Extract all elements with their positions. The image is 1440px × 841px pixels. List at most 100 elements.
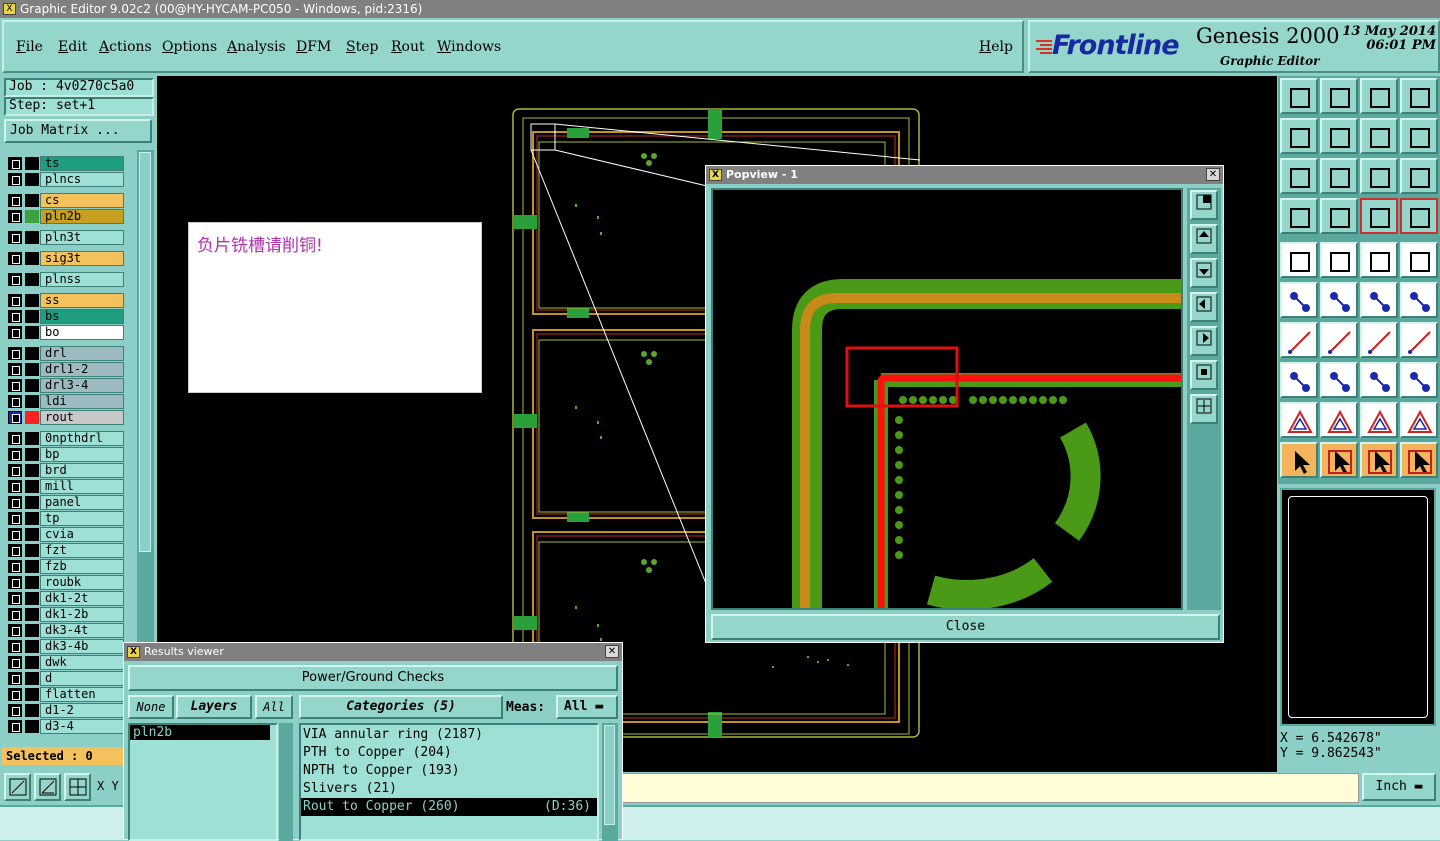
layer-row-plnss[interactable]: plnss — [4, 271, 126, 287]
layer-name[interactable]: dwk — [40, 655, 124, 670]
layer-name[interactable]: dk3-4t — [40, 623, 124, 638]
swap-button[interactable] — [1360, 118, 1398, 154]
layer-row-dwk[interactable]: dwk — [4, 654, 126, 670]
layer-name[interactable]: plncs — [40, 172, 124, 187]
layer-row-d1-2[interactable]: d1-2 — [4, 702, 126, 718]
layer-row-bo[interactable]: bo — [4, 324, 126, 340]
popview-pan-up-button[interactable] — [1190, 224, 1218, 254]
layer-row-pln3t[interactable]: pln3t — [4, 229, 126, 245]
layer-name[interactable]: bs — [40, 309, 124, 324]
layer-checkbox[interactable] — [8, 448, 22, 461]
layer-checkbox[interactable] — [8, 347, 22, 360]
layer-name[interactable]: panel — [40, 495, 124, 510]
grid-button[interactable] — [1320, 198, 1358, 234]
layer-name[interactable]: fzb — [40, 559, 124, 574]
layers-header-button[interactable]: Layers — [176, 695, 252, 719]
results-layer-scrollbar[interactable] — [279, 723, 293, 841]
layer-row-drl1-2[interactable]: drl1-2 — [4, 361, 126, 377]
menu-windows[interactable]: Windows — [437, 39, 501, 55]
layer-name[interactable]: sig3t — [40, 251, 124, 266]
layer-name[interactable]: brd — [40, 463, 124, 478]
layer-checkbox[interactable] — [8, 210, 22, 223]
menu-edit[interactable]: Edit — [58, 39, 87, 55]
layer-name[interactable]: mill — [40, 479, 124, 494]
layer-name[interactable]: ts — [40, 156, 124, 171]
popview-zoom-button[interactable] — [1190, 190, 1218, 220]
category-item[interactable]: VIA annular ring (2187) — [301, 726, 597, 744]
layer-checkbox[interactable] — [8, 157, 22, 170]
layer-checkbox[interactable] — [8, 395, 22, 408]
layer-checkbox[interactable] — [8, 231, 22, 244]
layer-checkbox[interactable] — [8, 326, 22, 339]
menu-rout[interactable]: Rout — [391, 39, 425, 55]
layer-name[interactable]: bp — [40, 447, 124, 462]
layer-row-cs[interactable]: cs — [4, 192, 126, 208]
layer-name[interactable]: ss — [40, 293, 124, 308]
layer-row-ts[interactable]: ts — [4, 155, 126, 171]
layer-name[interactable]: rout — [40, 410, 124, 425]
net-red-button[interactable] — [1360, 198, 1398, 234]
grid-tool-button[interactable] — [64, 773, 91, 801]
popview-close-button[interactable]: Close — [711, 614, 1220, 640]
layer-checkbox[interactable] — [8, 411, 22, 424]
layer-checkbox[interactable] — [8, 656, 22, 669]
layer-checkbox[interactable] — [8, 560, 22, 573]
layer-row-dk1-2t[interactable]: dk1-2t — [4, 590, 126, 606]
layer-checkbox[interactable] — [8, 608, 22, 621]
layer-checkbox[interactable] — [8, 688, 22, 701]
popview-canvas[interactable] — [711, 188, 1183, 610]
multi-circle-button[interactable] — [1400, 362, 1438, 398]
layer-name[interactable]: d3-4 — [40, 719, 124, 734]
results-category-list[interactable]: VIA annular ring (2187) PTH to Copper (20… — [299, 723, 599, 841]
category-item[interactable]: Slivers (21) — [301, 780, 597, 798]
layer-down-button[interactable] — [1320, 78, 1358, 114]
select-area-button[interactable] — [1360, 442, 1398, 478]
net-red-2-button[interactable] — [1400, 198, 1438, 234]
layer-row-dk3-4b[interactable]: dk3-4b — [4, 638, 126, 654]
menu-options[interactable]: Options — [162, 39, 217, 55]
layer-name[interactable]: plnss — [40, 272, 124, 287]
layer-row-pln2b[interactable]: pln2b — [4, 208, 126, 224]
units-selector[interactable]: Inch ▬ — [1362, 773, 1436, 801]
layer-checkbox[interactable] — [8, 704, 22, 717]
menu-actions[interactable]: Actions — [99, 39, 152, 55]
layer-name[interactable]: ldi — [40, 394, 124, 409]
category-item[interactable]: PTH to Copper (204) — [301, 744, 597, 762]
layer-row-bp[interactable]: bp — [4, 446, 126, 462]
layer-name[interactable]: dk1-2t — [40, 591, 124, 606]
ruler-button[interactable] — [1360, 242, 1398, 278]
categories-header-button[interactable]: Categories (5) — [299, 695, 503, 719]
layer-checkbox[interactable] — [8, 173, 22, 186]
delete-button[interactable] — [1320, 242, 1358, 278]
category-item[interactable]: NPTH to Copper (193) — [301, 762, 597, 780]
job-matrix-button[interactable]: Job Matrix ... — [4, 119, 152, 143]
flip-button[interactable] — [1400, 118, 1438, 154]
layers-all-button[interactable]: All — [255, 695, 293, 719]
layer-row-roubk[interactable]: roubk — [4, 574, 126, 590]
menu-step[interactable]: Step — [346, 39, 378, 55]
zoom-tool-button[interactable] — [4, 773, 31, 801]
pan-right-button[interactable] — [1320, 118, 1358, 154]
layer-up-button[interactable] — [1280, 78, 1318, 114]
category-scroll-thumb[interactable] — [604, 725, 615, 825]
layer-row-drl3-4[interactable]: drl3-4 — [4, 377, 126, 393]
layer-checkbox[interactable] — [8, 640, 22, 653]
layer-name[interactable]: dk1-2b — [40, 607, 124, 622]
layer-name[interactable]: flatten — [40, 687, 124, 702]
select-pad-button[interactable] — [1280, 362, 1318, 398]
arc-button[interactable] — [1360, 322, 1398, 358]
layer-row-d[interactable]: d — [4, 670, 126, 686]
layer-checkbox[interactable] — [8, 544, 22, 557]
layer-checkbox[interactable] — [8, 294, 22, 307]
triangle-2-button[interactable] — [1320, 402, 1358, 438]
layer-checkbox[interactable] — [8, 576, 22, 589]
layer-checkbox[interactable] — [8, 464, 22, 477]
layer-row-flatten[interactable]: flatten — [4, 686, 126, 702]
layer-row-ss[interactable]: ss — [4, 292, 126, 308]
snap-button[interactable] — [1280, 198, 1318, 234]
menu-file[interactable]: File — [16, 39, 43, 55]
layer-row-0npthdrl[interactable]: 0npthdrl — [4, 430, 126, 446]
fit-screen-button[interactable] — [1280, 158, 1318, 194]
layer-checkbox[interactable] — [8, 672, 22, 685]
connect-button[interactable] — [1280, 282, 1318, 318]
